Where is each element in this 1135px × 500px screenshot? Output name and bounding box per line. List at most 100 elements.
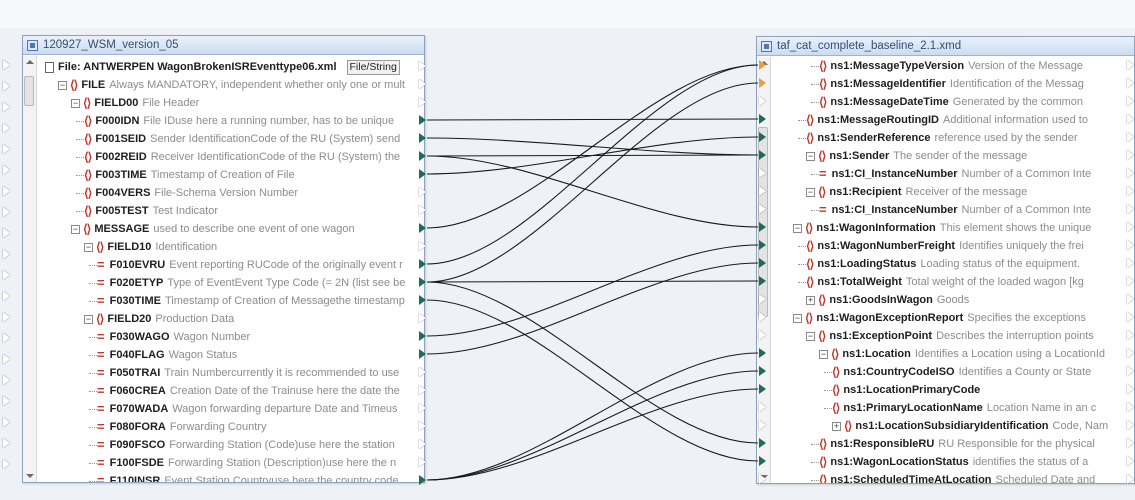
output-connector[interactable] <box>419 457 426 467</box>
collapse-icon[interactable]: − <box>58 80 67 90</box>
output-connector[interactable] <box>419 259 426 269</box>
input-connector[interactable] <box>759 114 766 124</box>
target-tree-row[interactable]: − ⟨⟩ ns1:WagonInformation This element show… <box>793 219 1122 237</box>
output-connector[interactable] <box>1127 132 1134 142</box>
target-tree-row[interactable]: − ⟨⟩ ns1:Location Identifies a Location usi… <box>819 345 1122 363</box>
target-tree-row[interactable]: ⟨⟩ ns1:PrimaryLocationName Location Name i… <box>832 399 1122 417</box>
mapping-wire[interactable] <box>426 136 759 175</box>
target-tree-row[interactable]: ⟨⟩ ns1:MessageTypeVersion Version of the M… <box>819 57 1122 75</box>
source-tree-row[interactable]: File: ANTWERPEN WagonBrokenISREventtype0… <box>45 58 412 76</box>
target-panel-header[interactable]: taf_cat_complete_baseline_2.1.xmd <box>757 37 1134 56</box>
output-connector[interactable] <box>1127 222 1134 232</box>
output-connector[interactable] <box>419 133 426 143</box>
source-tree-row[interactable]: − ⟨⟩ FIELD20 Production Data <box>84 310 412 328</box>
target-tree-row[interactable]: − ⟨⟩ ns1:ExceptionPoint Describes the inter… <box>806 327 1122 345</box>
source-tree-row[interactable]: = F030WAGO Wagon Number <box>97 328 412 346</box>
collapse-icon[interactable]: − <box>806 187 815 197</box>
input-connector[interactable] <box>759 78 766 88</box>
output-connector[interactable] <box>1127 114 1134 124</box>
target-tree-row[interactable]: ⟨⟩ ns1:SenderReference reference used by t… <box>806 129 1122 147</box>
output-connector[interactable] <box>1127 240 1134 250</box>
output-connector[interactable] <box>1127 276 1134 286</box>
input-connector[interactable] <box>759 60 766 70</box>
mapping-wire[interactable] <box>426 281 759 444</box>
target-tree-row[interactable]: = ns1:CI_InstanceNumber Number of a Common… <box>819 201 1122 219</box>
target-tree-row[interactable]: ⟨⟩ ns1:ScheduledTimeAtLocation Scheduled D… <box>819 471 1122 483</box>
input-connector[interactable] <box>759 96 766 106</box>
target-tree-row[interactable]: ⟨⟩ ns1:CountryCodeISO Identifies a County … <box>832 363 1122 381</box>
source-panel-header[interactable]: 120927_WSM_version_05 <box>23 36 424 55</box>
collapse-icon[interactable]: − <box>793 313 802 323</box>
source-tree-row[interactable]: ⟨⟩ F001SEID Sender IdentificationCode of t… <box>84 130 412 148</box>
input-connector[interactable] <box>759 132 766 142</box>
input-connector[interactable] <box>3 291 10 301</box>
output-connector[interactable] <box>1127 384 1134 394</box>
output-connector[interactable] <box>1127 168 1134 178</box>
target-tree-row[interactable]: − ⟨⟩ ns1:Recipient Receiver of the message <box>806 183 1122 201</box>
mapping-wire[interactable] <box>426 118 759 121</box>
target-tree-row[interactable]: − ⟨⟩ ns1:Sender The sender of the message <box>806 147 1122 165</box>
collapse-icon[interactable]: − <box>806 151 815 161</box>
source-tree-row[interactable]: ⟨⟩ F002REID Receiver IdentificationCode of… <box>84 148 412 166</box>
collapse-icon[interactable]: − <box>84 242 93 252</box>
collapse-icon[interactable]: − <box>71 98 80 108</box>
input-connector[interactable] <box>759 348 766 358</box>
output-connector[interactable] <box>1127 348 1134 358</box>
input-connector[interactable] <box>759 222 766 232</box>
output-connector[interactable] <box>1127 420 1134 430</box>
mapping-wire[interactable] <box>426 137 759 156</box>
target-tree[interactable]: ⟨⟩ ns1:MessageTypeVersion Version of the M… <box>757 57 1134 483</box>
target-tree-row[interactable]: + ⟨⟩ ns1:LocationSubsidiaryIdentification C… <box>832 417 1122 435</box>
mapping-wire[interactable] <box>426 244 759 337</box>
source-tree-row[interactable]: − ⟨⟩ MESSAGE used to describe one event of … <box>71 220 412 238</box>
output-connector[interactable] <box>419 97 426 107</box>
source-tree-row[interactable]: = F030TIME Timestamp of Creation of Messag… <box>97 292 412 310</box>
input-connector[interactable] <box>759 456 766 466</box>
input-connector[interactable] <box>759 438 766 448</box>
output-connector[interactable] <box>1127 456 1134 466</box>
scroll-thumb[interactable] <box>24 76 34 106</box>
output-connector[interactable] <box>1127 96 1134 106</box>
output-connector[interactable] <box>419 367 426 377</box>
input-connector[interactable] <box>3 81 10 91</box>
source-tree-row[interactable]: = F090FSCO Forwarding Station (Code)use he… <box>97 436 412 454</box>
output-connector[interactable] <box>1127 78 1134 88</box>
source-schema-panel[interactable]: 120927_WSM_version_05 File: ANTWERPEN Wa… <box>22 35 425 483</box>
target-tree-row[interactable]: ⟨⟩ ns1:WagonLocationStatus identifies the … <box>819 453 1122 471</box>
mapping-wire[interactable] <box>426 299 759 462</box>
input-connector[interactable] <box>3 333 10 343</box>
output-connector[interactable] <box>419 223 426 233</box>
mapping-wire[interactable] <box>426 388 759 481</box>
target-tree-row[interactable]: ⟨⟩ ns1:MessageRoutingID Additional informa… <box>806 111 1122 129</box>
source-tree-row[interactable]: = F080FORA Forwarding Country <box>97 418 412 436</box>
input-connector[interactable] <box>759 366 766 376</box>
target-tree-row[interactable]: = ns1:CI_InstanceNumber Number of a Common… <box>819 165 1122 183</box>
output-connector[interactable] <box>419 385 426 395</box>
source-tree-row[interactable]: = F060CREA Creation Date of the Trainuse h… <box>97 382 412 400</box>
output-connector[interactable] <box>1127 204 1134 214</box>
input-connector[interactable] <box>759 330 766 340</box>
input-connector[interactable] <box>759 402 766 412</box>
input-connector[interactable] <box>759 420 766 430</box>
input-connector[interactable] <box>759 240 766 250</box>
input-connector[interactable] <box>3 249 10 259</box>
output-connector[interactable] <box>1127 258 1134 268</box>
output-connector[interactable] <box>1127 330 1134 340</box>
input-connector[interactable] <box>759 276 766 286</box>
input-connector[interactable] <box>3 354 10 364</box>
input-connector[interactable] <box>3 228 10 238</box>
expand-icon[interactable]: + <box>832 421 841 431</box>
mapping-wire[interactable] <box>426 64 759 229</box>
output-connector[interactable] <box>1127 312 1134 322</box>
input-connector[interactable] <box>3 165 10 175</box>
input-connector[interactable] <box>3 417 10 427</box>
output-connector[interactable] <box>419 61 426 71</box>
output-connector[interactable] <box>1127 438 1134 448</box>
source-tree-row[interactable]: = F100FSDE Forwarding Station (Description… <box>97 454 412 472</box>
source-tree-row[interactable]: = F050TRAI Train Numbercurrently it is rec… <box>97 364 412 382</box>
input-connector[interactable] <box>3 270 10 280</box>
input-connector[interactable] <box>3 438 10 448</box>
collapse-icon[interactable]: − <box>793 223 802 233</box>
target-tree-row[interactable]: ⟨⟩ ns1:LocationPrimaryCode <box>832 381 1122 399</box>
input-connector[interactable] <box>759 204 766 214</box>
